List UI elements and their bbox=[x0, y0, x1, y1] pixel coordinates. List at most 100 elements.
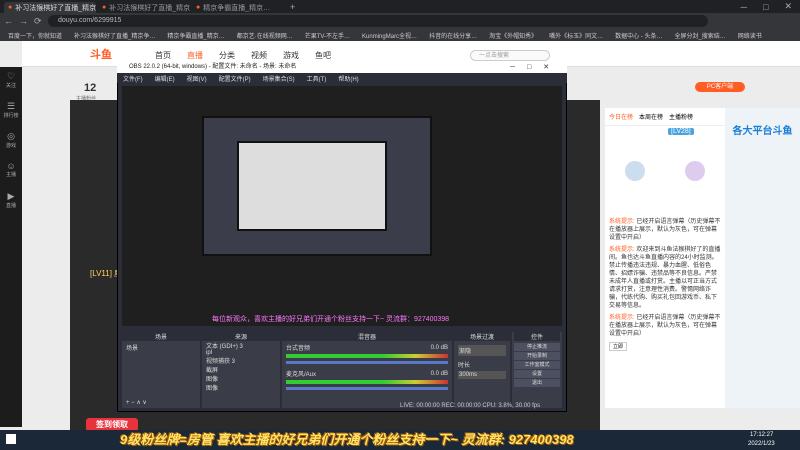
menu-help[interactable]: 帮助(H) bbox=[338, 74, 358, 83]
menu-tools[interactable]: 工具(T) bbox=[307, 74, 327, 83]
source-item[interactable]: 截屏 bbox=[202, 365, 280, 374]
menu-view[interactable]: 视图(V) bbox=[187, 74, 207, 83]
start-record-button[interactable]: 开始录制 bbox=[514, 352, 560, 360]
nested-preview bbox=[237, 141, 387, 231]
favicon-icon: ● bbox=[196, 4, 201, 11]
browser-tab[interactable]: ●补习法猴棋好了直播_精京争霸… bbox=[98, 2, 190, 13]
transition-select[interactable]: 渐隐 bbox=[458, 345, 506, 356]
maximize-icon[interactable]: □ bbox=[763, 2, 768, 12]
volume-slider[interactable] bbox=[286, 387, 448, 390]
windows-start-icon[interactable] bbox=[6, 434, 16, 444]
source-item[interactable]: 图像 bbox=[202, 374, 280, 383]
overlay-banner: 9级粉丝牌=房管 喜欢主播的好兄弟们开通个粉丝支持一下~ 灵流群: 927400… bbox=[120, 432, 574, 447]
mixer-dock: 混音器 台式音频 0.0 dB 麦克风/Aux 0.0 dB bbox=[282, 332, 452, 408]
studio-mode-button[interactable]: 工作室模式 bbox=[514, 361, 560, 369]
clock-date: 2022/1/23 bbox=[748, 441, 775, 447]
bookmark-item[interactable]: 补习法猴棋好了直播_精京争… bbox=[74, 31, 155, 40]
site-logo[interactable]: 斗鱼 bbox=[90, 46, 130, 62]
chat-action-button[interactable]: 立即 bbox=[609, 342, 627, 351]
dock-title: 混音器 bbox=[282, 332, 452, 341]
minimize-icon[interactable]: ─ bbox=[510, 64, 515, 71]
nav-live[interactable]: 直播 bbox=[187, 50, 203, 61]
browser-tab[interactable]: ● 精京争霸直播_精京… bbox=[192, 2, 284, 13]
decoration-panel: 各大平台斗鱼 bbox=[725, 108, 800, 408]
sources-dock: 来源 文本 (GDI+) 3 ipl 视频捕获 3 截屏 图像 图像 bbox=[202, 332, 280, 408]
nav-fishbar[interactable]: 鱼吧 bbox=[315, 50, 331, 61]
new-tab-icon[interactable]: + bbox=[290, 2, 295, 12]
tab-week[interactable]: 本周在榜 bbox=[639, 112, 663, 121]
maximize-icon[interactable]: □ bbox=[527, 64, 531, 71]
obs-status-bar: LIVE: 00:00:00 REC: 00:00:00 CPU: 3.8%, … bbox=[400, 403, 541, 409]
dock-title: 来源 bbox=[202, 332, 280, 341]
nav-home[interactable]: 首页 bbox=[155, 50, 171, 61]
clock-time: 17:12:27 bbox=[750, 432, 774, 438]
duration-input[interactable]: 300ms bbox=[458, 371, 506, 379]
settings-button[interactable]: 设置 bbox=[514, 370, 560, 378]
tab-fans[interactable]: 主播粉榜 bbox=[669, 112, 693, 121]
scenes-dock: 场景 场景 + − ∧ ∨ bbox=[122, 332, 200, 408]
user-icon: ☺ bbox=[6, 161, 16, 171]
reload-icon[interactable]: ⟳ bbox=[34, 16, 42, 27]
menu-profile[interactable]: 配置文件(P) bbox=[219, 74, 251, 83]
bookmark-item[interactable]: KunmingMarc全视… bbox=[362, 31, 417, 40]
bookmark-item[interactable]: 嘴外《标玉》同文… bbox=[549, 31, 603, 40]
preview-marquee: 每位新观众，喜欢主播的好兄弟们开通个粉丝支持一下~ 灵流群：927400398 bbox=[212, 316, 450, 323]
search-input[interactable]: 一点击搜索 bbox=[470, 50, 550, 61]
favicon-icon: ● bbox=[8, 4, 13, 11]
bookmark-item[interactable]: 全屏分封_搜索结… bbox=[674, 31, 725, 40]
sidebar-item-live[interactable]: ▶ 直播 bbox=[0, 187, 22, 217]
stop-stream-button[interactable]: 停止推流 bbox=[514, 343, 560, 351]
bookmark-item[interactable]: 百度一下，你就知道 bbox=[8, 31, 62, 40]
bookmark-item[interactable]: 精京争霸直播_精京… bbox=[167, 31, 224, 40]
close-icon[interactable]: ✕ bbox=[543, 63, 549, 71]
nav-video[interactable]: 视频 bbox=[251, 50, 267, 61]
rank-tabs: 今日在榜 本周在榜 主播粉榜 bbox=[605, 108, 725, 126]
minimize-icon[interactable]: ─ bbox=[741, 2, 747, 12]
bookmark-item[interactable]: 网络读书 bbox=[738, 31, 762, 40]
obs-preview-canvas[interactable]: 每位新观众，喜欢主播的好兄弟们开通个粉丝支持一下~ 灵流群：927400398 bbox=[122, 86, 562, 326]
bookmark-item[interactable]: 抖音的在线分享… bbox=[429, 31, 477, 40]
back-icon[interactable]: ← bbox=[4, 16, 13, 26]
browser-tab-bar: ●补习法猴棋好了直播_精京争霸… ●补习法猴棋好了直播_精京争霸… ●精京争霸直… bbox=[0, 0, 800, 13]
follow-count: 12 bbox=[84, 82, 97, 94]
chat-panel: 今日在榜 本周在榜 主播粉榜 系统提示: 已经开启语言弹幕（历史弹幕不在播放器上… bbox=[605, 108, 725, 408]
dock-title: 场景过渡 bbox=[454, 332, 510, 341]
rank-avatars bbox=[605, 126, 725, 216]
site-nav: 首页 直播 分类 视频 游戏 鱼吧 bbox=[155, 50, 331, 61]
forward-icon[interactable]: → bbox=[19, 16, 28, 26]
add-scene-icon[interactable]: + − ∧ ∨ bbox=[126, 399, 147, 406]
nav-game[interactable]: 游戏 bbox=[283, 50, 299, 61]
bookmark-item[interactable]: 芒果TV-不左手… bbox=[305, 31, 350, 40]
favicon-icon: ● bbox=[102, 4, 107, 11]
sidebar-item-follow[interactable]: ♡ 关注 bbox=[0, 67, 22, 97]
url-input[interactable]: douyu.com/6299915 bbox=[48, 15, 708, 27]
nav-category[interactable]: 分类 bbox=[219, 50, 235, 61]
browser-tab[interactable]: ●补习法猴棋好了直播_精京争霸… bbox=[4, 2, 96, 13]
pc-client-button[interactable]: PC客户端 bbox=[695, 82, 745, 92]
heart-icon: ♡ bbox=[6, 71, 16, 81]
bookmark-item[interactable]: 淘宝《外帽知秀》 bbox=[489, 31, 537, 40]
scene-item[interactable]: 场景 bbox=[122, 341, 200, 354]
bookmark-item[interactable]: 都京艺·在线视频网… bbox=[237, 31, 293, 40]
menu-edit[interactable]: 编辑(E) bbox=[155, 74, 175, 83]
mixer-channel: 麦克风/Aux 0.0 dB bbox=[286, 370, 448, 379]
source-item[interactable]: 视频捕获 3 bbox=[202, 356, 280, 365]
transition-dock: 场景过渡 渐隐 时长 300ms bbox=[454, 332, 510, 408]
menu-file[interactable]: 文件(F) bbox=[123, 74, 143, 83]
avatar[interactable] bbox=[625, 161, 645, 181]
sidebar-item-game[interactable]: ◎ 游戏 bbox=[0, 127, 22, 157]
source-item[interactable]: 文本 (GDI+) 3 bbox=[202, 341, 280, 350]
deco-text: 各大平台斗鱼 bbox=[732, 126, 793, 137]
sidebar-item-rank[interactable]: ☰ 排行榜 bbox=[0, 97, 22, 127]
menu-scene-collection[interactable]: 场景集合(S) bbox=[263, 74, 295, 83]
tab-today[interactable]: 今日在榜 bbox=[609, 112, 633, 121]
volume-meter bbox=[286, 380, 448, 384]
sidebar-item-host[interactable]: ☺ 主播 bbox=[0, 157, 22, 187]
dock-title: 控件 bbox=[514, 332, 560, 341]
close-icon[interactable]: ✕ bbox=[784, 1, 792, 12]
volume-slider[interactable] bbox=[286, 361, 448, 364]
source-item[interactable]: 图像 bbox=[202, 383, 280, 392]
avatar[interactable] bbox=[685, 161, 705, 181]
bookmark-item[interactable]: 数据中心 - 头条… bbox=[615, 31, 662, 40]
exit-button[interactable]: 退出 bbox=[514, 379, 560, 387]
